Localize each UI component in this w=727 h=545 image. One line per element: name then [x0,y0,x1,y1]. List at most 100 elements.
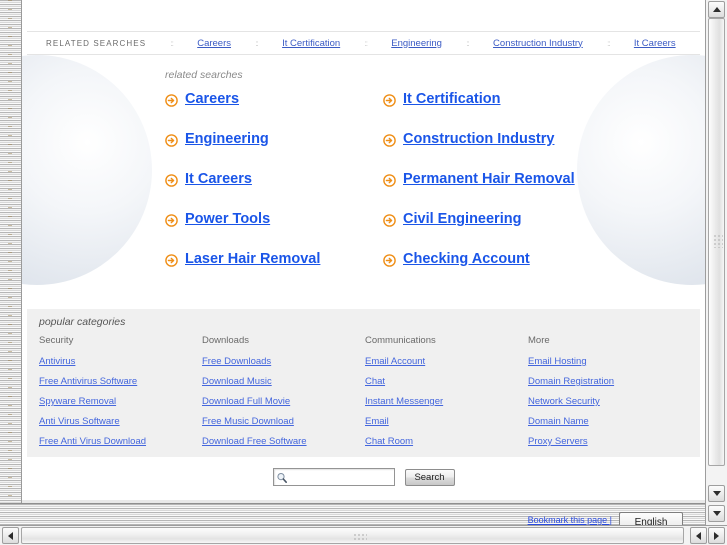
category-link[interactable]: Free Anti Virus Download [39,436,202,447]
link-item[interactable]: Careers [165,92,383,107]
category-column-communications: Communications Email Account Chat Instan… [365,335,528,456]
link-item[interactable]: Permanent Hair Removal [383,172,645,187]
triangle-left-icon [8,531,13,540]
link-item[interactable]: Power Tools [165,212,383,227]
main-link-label[interactable]: Construction Industry [403,132,554,147]
main-link-label[interactable]: Careers [185,92,239,107]
link-row: Laser Hair Removal Checking Account [165,252,645,292]
nav-separator: :: [255,38,259,48]
nav-separator: :: [170,38,174,48]
related-searches-link-grid: Careers It Certification Engineering Con… [165,92,645,292]
category-columns: Security Antivirus Free Antivirus Softwa… [39,335,694,456]
scrollbar-corner [705,503,727,525]
status-bar: Bookmark this page | English [0,503,705,532]
scroll-down-extra-button[interactable] [708,505,725,522]
category-link[interactable]: Email Account [365,356,528,367]
category-column-more: More Email Hosting Domain Registration N… [528,335,691,456]
category-link[interactable]: Download Free Software [202,436,365,447]
related-searches-label: RELATED SEARCHES [46,38,147,48]
main-link-label[interactable]: It Certification [403,92,500,107]
arrow-circle-icon [165,94,178,107]
left-chrome-strip [0,0,22,513]
related-searches-caption: related searches [165,69,243,81]
triangle-up-icon [712,7,721,12]
scroll-left-button[interactable] [2,527,19,544]
vertical-scrollbar-thumb[interactable] [708,18,725,466]
scrollbar-grip [713,234,723,248]
search-box[interactable] [272,468,395,486]
main-link-label[interactable]: Engineering [185,132,269,147]
category-link[interactable]: Anti Virus Software [39,416,202,427]
triangle-left-icon [696,531,701,540]
popular-categories-panel: popular categories Security Antivirus Fr… [27,309,700,457]
scroll-left-button-secondary[interactable] [690,527,707,544]
search-input[interactable] [287,470,390,484]
arrow-circle-icon [165,174,178,187]
category-link[interactable]: Proxy Servers [528,436,691,447]
nav-separator: :: [364,38,368,48]
vertical-scrollbar[interactable] [705,0,727,503]
nav-separator: :: [466,38,470,48]
link-item[interactable]: Civil Engineering [383,212,645,227]
main-link-label[interactable]: Power Tools [185,212,270,227]
link-item[interactable]: Engineering [165,132,383,147]
category-link[interactable]: Domain Registration [528,376,691,387]
link-row: It Careers Permanent Hair Removal [165,172,645,212]
main-link-label[interactable]: Civil Engineering [403,212,521,227]
bookmark-this-page-link[interactable]: Bookmark this page | [528,515,612,525]
scroll-up-button[interactable] [708,1,725,18]
nav-separator: :: [607,38,611,48]
link-item[interactable]: Checking Account [383,252,645,267]
category-heading: Security [39,335,74,346]
triangle-right-icon [714,531,719,540]
scroll-right-button[interactable] [708,527,725,544]
link-item[interactable]: It Certification [383,92,645,107]
magnifier-icon [276,471,288,483]
category-link[interactable]: Email Hosting [528,356,691,367]
nav-link-it-careers[interactable]: It Careers [634,38,676,49]
link-row: Power Tools Civil Engineering [165,212,645,252]
link-row: Engineering Construction Industry [165,132,645,172]
category-link[interactable]: Free Downloads [202,356,365,367]
category-link[interactable]: Free Music Download [202,416,365,427]
category-link[interactable]: Chat [365,376,528,387]
category-link[interactable]: Email [365,416,528,427]
category-heading: More [528,335,550,346]
arrow-circle-icon [383,254,396,267]
search-button[interactable]: Search [404,468,455,486]
arrow-circle-icon [383,214,396,227]
triangle-down-icon [712,511,721,516]
category-link[interactable]: Free Antivirus Software [39,376,202,387]
nav-link-engineering[interactable]: Engineering [391,38,442,49]
main-link-label[interactable]: Laser Hair Removal [185,252,320,267]
arrow-circle-icon [165,214,178,227]
category-link[interactable]: Network Security [528,396,691,407]
page-content: RELATED SEARCHES :: Careers :: It Certif… [22,0,705,503]
main-link-label[interactable]: Permanent Hair Removal [403,172,575,187]
category-link[interactable]: Download Music [202,376,365,387]
category-heading: Downloads [202,335,249,346]
category-column-security: Security Antivirus Free Antivirus Softwa… [39,335,202,456]
category-link[interactable]: Chat Room [365,436,528,447]
nav-link-it-certification[interactable]: It Certification [282,38,340,49]
nav-link-careers[interactable]: Careers [197,38,231,49]
category-link[interactable]: Antivirus [39,356,202,367]
link-item[interactable]: Laser Hair Removal [165,252,383,267]
browser-viewport: RELATED SEARCHES :: Careers :: It Certif… [0,0,727,545]
category-link[interactable]: Domain Name [528,416,691,427]
link-item[interactable]: Construction Industry [383,132,645,147]
link-item[interactable]: It Careers [165,172,383,187]
page-bottom-band [22,500,705,503]
category-link[interactable]: Spyware Removal [39,396,202,407]
nav-link-construction-industry[interactable]: Construction Industry [493,38,583,49]
left-chrome-texture [8,0,12,513]
category-link[interactable]: Instant Messenger [365,396,528,407]
arrow-circle-icon [165,134,178,147]
main-link-label[interactable]: It Careers [185,172,252,187]
category-link[interactable]: Download Full Movie [202,396,365,407]
horizontal-scrollbar-thumb[interactable] [21,527,684,544]
horizontal-scrollbar[interactable] [0,525,727,545]
main-link-label[interactable]: Checking Account [403,252,530,267]
scroll-down-button[interactable] [708,485,725,502]
arrow-circle-icon [383,174,396,187]
